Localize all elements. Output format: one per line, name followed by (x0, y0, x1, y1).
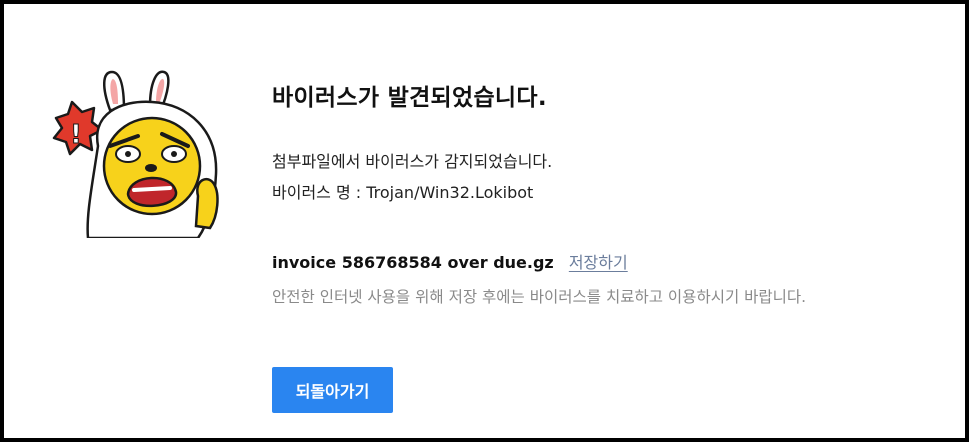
alert-content: 바이러스가 발견되었습니다. 첨부파일에서 바이러스가 감지되었습니다. 바이러… (272, 4, 965, 438)
attachment-filename: invoice 586768584 over due.gz (272, 253, 554, 272)
page-title: 바이러스가 발견되었습니다. (272, 85, 547, 111)
virus-alert-page: ! 바이러스가 발견되었습니다. 첨부파일에서 바이러스가 감지되었습니다. 바… (4, 4, 965, 438)
back-button[interactable]: 되돌아가기 (272, 367, 393, 413)
attachment-row: invoice 586768584 over due.gz 저장하기 (272, 249, 628, 273)
svg-text:!: ! (70, 120, 82, 150)
alert-burst-icon: ! (52, 100, 104, 156)
save-link[interactable]: 저장하기 (569, 253, 628, 272)
virus-detected-message: 첨부파일에서 바이러스가 감지되었습니다. (272, 152, 553, 171)
shocked-mascot-icon: ! (48, 66, 224, 240)
safety-hint: 안전한 인터넷 사용을 위해 저장 후에는 바이러스를 치료하고 이용하시기 바… (272, 288, 807, 306)
virus-name: 바이러스 명 : Trojan/Win32.Lokibot (272, 183, 534, 202)
